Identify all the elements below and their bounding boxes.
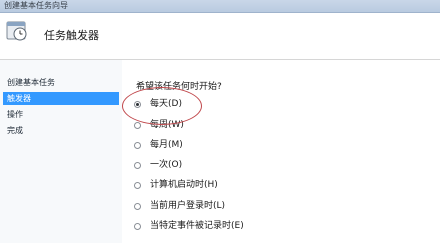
trigger-options-panel: 希望该任务何时开始? 每天(D) 每周(W) 每月(M) 一次(O) 计算机启动… [122,60,440,243]
radio-option-weekly[interactable]: 每周(W) [134,118,184,132]
radio-label: 每天(D) [150,99,182,109]
radio-option-once[interactable]: 一次(O) [134,158,182,172]
radio-label: 一次(O) [150,160,183,170]
radio-button[interactable] [134,222,141,230]
radio-option-startup[interactable]: 计算机启动时(H) [134,178,218,192]
radio-label: 每周(W) [150,120,184,130]
radio-button[interactable] [134,100,141,108]
radio-option-event[interactable]: 当特定事件被记录时(E) [134,219,244,233]
radio-button[interactable] [134,181,141,189]
radio-label: 当前用户登录时(L) [150,201,226,211]
radio-button[interactable] [134,161,141,169]
task-scheduler-icon [6,21,27,41]
radio-label: 计算机启动时(H) [150,180,218,190]
radio-label: 当特定事件被记录时(E) [150,221,244,231]
sidebar-item-action[interactable]: 操作 [3,108,119,121]
radio-button[interactable] [134,202,141,210]
radio-label: 每月(M) [150,140,183,150]
wizard-steps-sidebar: 创建基本任务 触发器 操作 完成 [0,60,122,243]
radio-button[interactable] [134,141,141,149]
radio-option-monthly[interactable]: 每月(M) [134,138,183,152]
page-title: 任务触发器 [44,29,99,42]
sidebar-item-create-basic-task[interactable]: 创建基本任务 [3,76,119,89]
sidebar-item-finish[interactable]: 完成 [3,124,119,137]
radio-option-logon[interactable]: 当前用户登录时(L) [134,199,225,213]
window-titlebar: 创建基本任务向导 [0,0,440,13]
radio-button[interactable] [134,121,141,129]
sidebar-item-trigger[interactable]: 触发器 [3,92,119,105]
trigger-question-label: 希望该任务何时开始? [136,82,222,92]
radio-option-daily[interactable]: 每天(D) [134,97,182,111]
wizard-header: 任务触发器 [0,13,440,60]
window-title: 创建基本任务向导 [4,1,68,10]
